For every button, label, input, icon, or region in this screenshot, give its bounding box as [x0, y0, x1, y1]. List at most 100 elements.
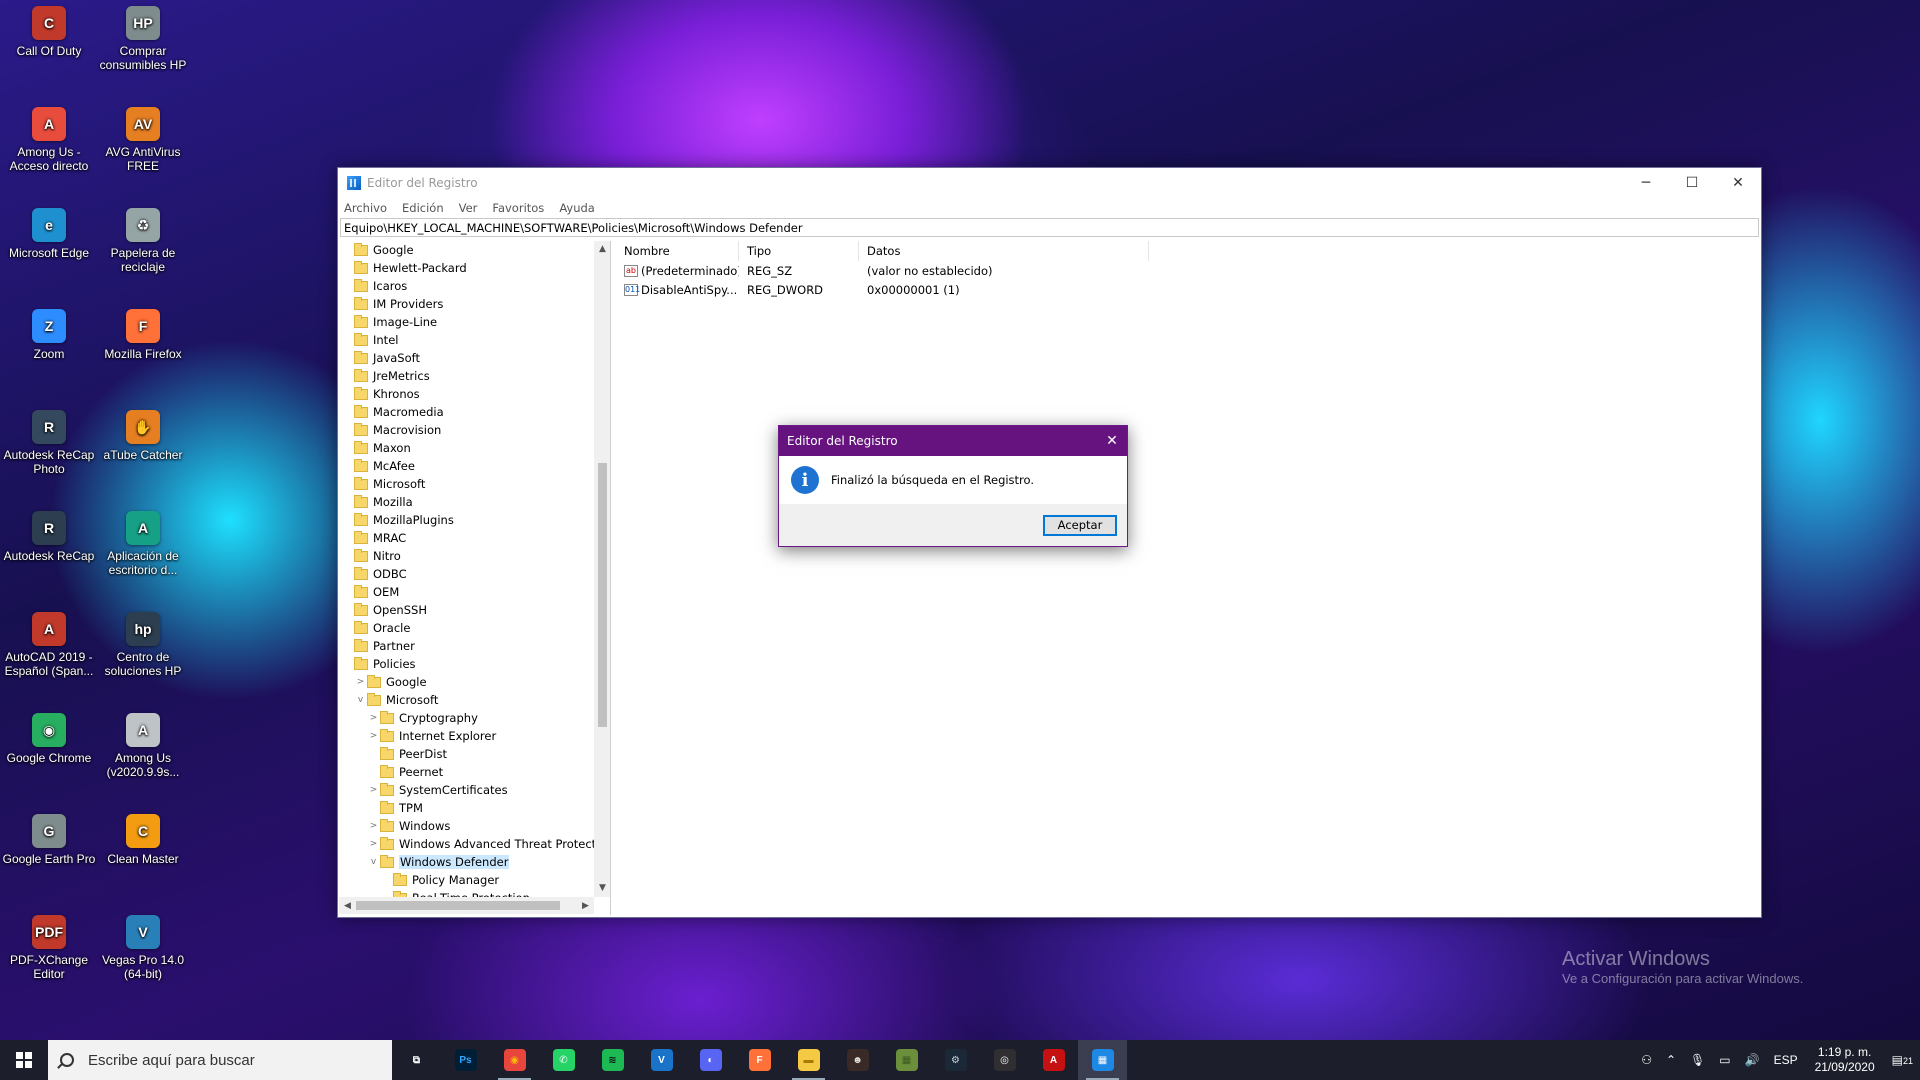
taskbar-app-whatsapp[interactable]: ✆	[539, 1040, 588, 1080]
chevron-down-icon[interactable]: v	[367, 857, 380, 867]
value-row[interactable]: ab (Predeterminado) REG_SZ (valor no establ…	[616, 261, 1761, 280]
desktop-icon[interactable]: ✋ aTube Catcher	[96, 410, 190, 462]
taskbar-app-game-app[interactable]: ☻	[833, 1040, 882, 1080]
scroll-thumb-horizontal[interactable]	[356, 901, 560, 910]
desktop-icon[interactable]: C Call Of Duty	[2, 6, 96, 58]
menu-ver[interactable]: Ver	[459, 201, 478, 215]
microphone-icon[interactable]: 🎙	[1683, 1053, 1712, 1067]
column-nombre[interactable]: Nombre	[616, 241, 739, 261]
tree-item[interactable]: > SystemCertificates	[339, 781, 594, 799]
tree-item[interactable]: McAfee	[339, 457, 594, 475]
language-indicator[interactable]: ESP	[1767, 1053, 1805, 1067]
tree-item[interactable]: Google	[339, 241, 594, 259]
menu-archivo[interactable]: Archivo	[344, 201, 387, 215]
tree-item[interactable]: v Microsoft	[339, 691, 594, 709]
taskbar-app-among-us[interactable]: A	[1029, 1040, 1078, 1080]
chevron-right-icon[interactable]: >	[367, 821, 380, 831]
scroll-up-icon[interactable]: ▲	[594, 241, 610, 258]
notifications-icon[interactable]: ▤21	[1885, 1053, 1920, 1067]
desktop-icon[interactable]: HP Comprar consumibles HP	[96, 6, 190, 72]
taskbar-app-photoshop[interactable]: Ps	[441, 1040, 490, 1080]
desktop-icon[interactable]: F Mozilla Firefox	[96, 309, 190, 361]
desktop-icon[interactable]: G Google Earth Pro	[2, 814, 96, 866]
tree-item[interactable]: OEM	[339, 583, 594, 601]
scroll-thumb[interactable]	[598, 463, 607, 727]
tree-item[interactable]: JreMetrics	[339, 367, 594, 385]
dialog-close-icon[interactable]: ✕	[1097, 433, 1127, 449]
taskbar-app-firefox[interactable]: F	[735, 1040, 784, 1080]
value-row[interactable]: 011DisableAntiSpy... REG_DWORD 0x00000001 …	[616, 280, 1761, 299]
desktop-icon[interactable]: A Among Us - Acceso directo	[2, 107, 96, 173]
tree-item[interactable]: Peernet	[339, 763, 594, 781]
tree-item[interactable]: Nitro	[339, 547, 594, 565]
desktop-icon[interactable]: A AutoCAD 2019 - Español (Span...	[2, 612, 96, 678]
tree-item[interactable]: ODBC	[339, 565, 594, 583]
desktop-icon[interactable]: R Autodesk ReCap	[2, 511, 96, 563]
tree-horizontal-scrollbar[interactable]: ◀ ▶	[339, 897, 594, 914]
tree-item[interactable]: Policies	[339, 655, 594, 673]
chevron-right-icon[interactable]: >	[367, 713, 380, 723]
desktop-icon[interactable]: hp Centro de soluciones HP	[96, 612, 190, 678]
tree-vertical-scrollbar[interactable]: ▲ ▼	[594, 241, 610, 897]
taskbar-app-regedit[interactable]: ▦	[1078, 1040, 1127, 1080]
tree-item[interactable]: > Windows Advanced Threat Protection	[339, 835, 610, 853]
taskbar-app-spotify[interactable]: ≋	[588, 1040, 637, 1080]
tree-item[interactable]: Oracle	[339, 619, 594, 637]
accept-button[interactable]: Aceptar	[1043, 514, 1117, 536]
tree-item[interactable]: MRAC	[339, 529, 594, 547]
chevron-right-icon[interactable]: >	[367, 731, 380, 741]
tree-item[interactable]: Microsoft	[339, 475, 594, 493]
tree-item[interactable]: MozillaPlugins	[339, 511, 594, 529]
tree-item[interactable]: IM Providers	[339, 295, 594, 313]
show-hidden-icons-icon[interactable]: ⌃	[1659, 1053, 1683, 1067]
tree-item[interactable]: v Windows Defender	[339, 853, 594, 871]
tree-item[interactable]: Partner	[339, 637, 594, 655]
minimize-button[interactable]: ─	[1623, 168, 1669, 198]
tree-item[interactable]: > Windows	[339, 817, 594, 835]
taskbar-app-vegas[interactable]: V	[637, 1040, 686, 1080]
column-datos[interactable]: Datos	[859, 241, 1149, 261]
start-button[interactable]	[0, 1040, 48, 1080]
address-bar[interactable]: Equipo\HKEY_LOCAL_MACHINE\SOFTWARE\Polic…	[340, 218, 1759, 237]
chevron-down-icon[interactable]: v	[354, 695, 367, 705]
tree-item[interactable]: PeerDist	[339, 745, 594, 763]
chevron-right-icon[interactable]: >	[367, 785, 380, 795]
desktop-icon[interactable]: ♻ Papelera de reciclaje	[96, 208, 190, 274]
clock[interactable]: 1:19 p. m. 21/09/2020	[1805, 1045, 1885, 1075]
title-bar[interactable]: Editor del Registro ─ ☐ ✕	[338, 168, 1761, 198]
scroll-down-icon[interactable]: ▼	[594, 880, 610, 897]
tree-item[interactable]: > Cryptography	[339, 709, 594, 727]
tree-item[interactable]: Hewlett-Packard	[339, 259, 594, 277]
taskbar-app-minecraft[interactable]: ▦	[882, 1040, 931, 1080]
scroll-right-icon[interactable]: ▶	[577, 901, 594, 911]
taskbar-app-discord[interactable]: ◐	[686, 1040, 735, 1080]
tree-item[interactable]: > Internet Explorer	[339, 727, 594, 745]
desktop-icon[interactable]: C Clean Master	[96, 814, 190, 866]
tree-item[interactable]: Khronos	[339, 385, 594, 403]
tree-item[interactable]: Macrovision	[339, 421, 594, 439]
tree-item[interactable]: Image-Line	[339, 313, 594, 331]
desktop-icon[interactable]: V Vegas Pro 14.0 (64-bit)	[96, 915, 190, 981]
desktop-icon[interactable]: AV AVG AntiVirus FREE	[96, 107, 190, 173]
taskbar-app-obs[interactable]: ◎	[980, 1040, 1029, 1080]
people-icon[interactable]: ⚇	[1634, 1053, 1659, 1067]
tree-item[interactable]: > Google	[339, 673, 594, 691]
desktop-icon[interactable]: Z Zoom	[2, 309, 96, 361]
tree-item[interactable]: Maxon	[339, 439, 594, 457]
scroll-left-icon[interactable]: ◀	[339, 901, 356, 911]
desktop-icon[interactable]: e Microsoft Edge	[2, 208, 96, 260]
desktop-icon[interactable]: ◉ Google Chrome	[2, 713, 96, 765]
taskbar-app-task-view[interactable]: ⧉	[392, 1040, 441, 1080]
taskbar-search[interactable]: Escribe aquí para buscar	[48, 1040, 392, 1080]
desktop-icon[interactable]: PDF PDF-XChange Editor	[2, 915, 96, 981]
chevron-right-icon[interactable]: >	[354, 677, 367, 687]
dialog-title-bar[interactable]: Editor del Registro ✕	[779, 426, 1127, 456]
menu-edicion[interactable]: Edición	[402, 201, 444, 215]
desktop-icon[interactable]: A Among Us (v2020.9.9s...	[96, 713, 190, 779]
tree-item[interactable]: Macromedia	[339, 403, 594, 421]
tree-item[interactable]: OpenSSH	[339, 601, 594, 619]
menu-ayuda[interactable]: Ayuda	[559, 201, 595, 215]
taskbar-app-chrome[interactable]: ◉	[490, 1040, 539, 1080]
desktop-icon[interactable]: R Autodesk ReCap Photo	[2, 410, 96, 476]
tree-item[interactable]: TPM	[339, 799, 594, 817]
